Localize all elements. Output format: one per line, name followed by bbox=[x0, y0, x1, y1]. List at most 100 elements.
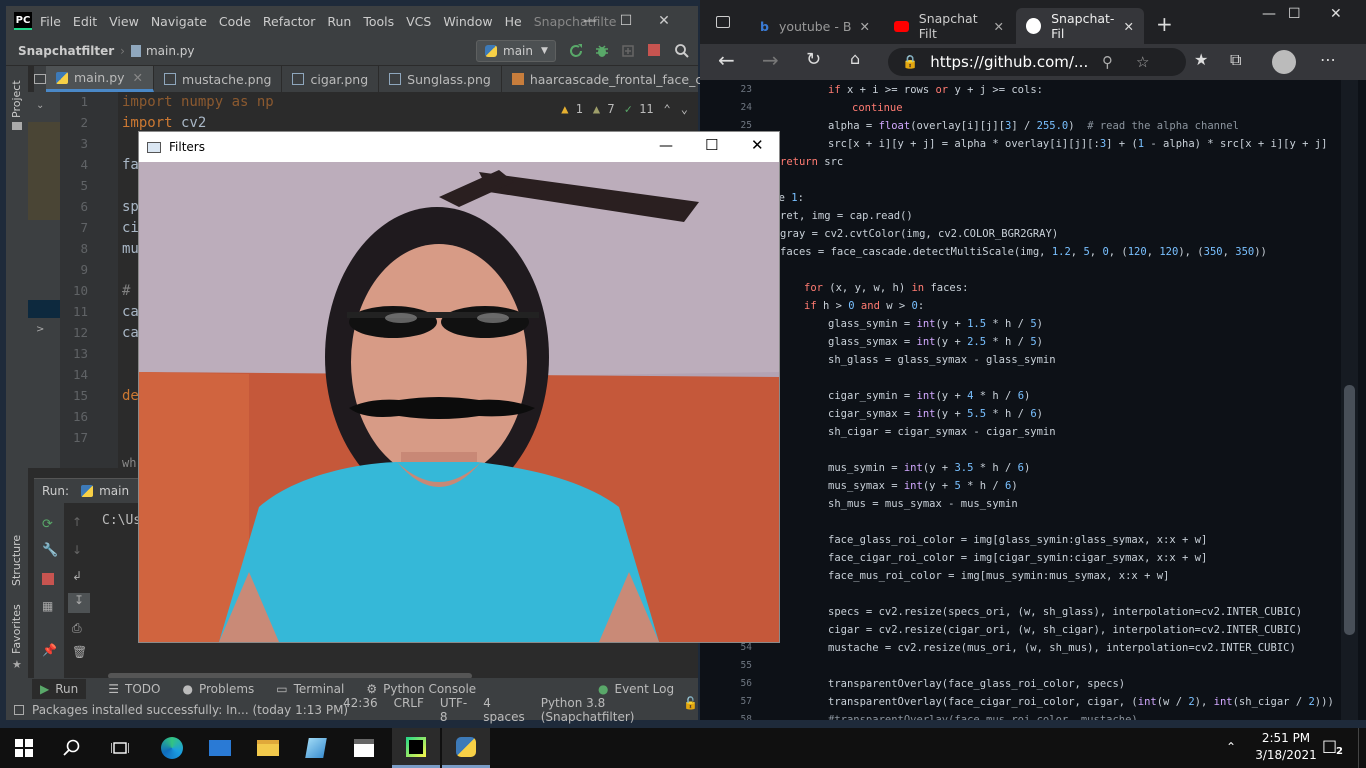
status-message[interactable]: Packages installed successfully: In... (… bbox=[32, 703, 348, 717]
close-tab-icon[interactable]: ✕ bbox=[860, 19, 870, 34]
tab-main-py[interactable]: main.py ✕ bbox=[46, 66, 155, 92]
tab-run[interactable]: ▶ Run bbox=[32, 679, 87, 699]
store-taskbar-button[interactable] bbox=[340, 728, 388, 768]
task-view-button[interactable] bbox=[96, 728, 144, 768]
line-separator[interactable]: CRLF bbox=[394, 696, 424, 724]
close-button[interactable]: ✕ bbox=[1330, 6, 1342, 22]
tab-event-log[interactable]: ● Event Log bbox=[598, 682, 674, 696]
structure-tool-button[interactable]: Structure bbox=[10, 535, 23, 586]
tool-windows-icon[interactable] bbox=[14, 705, 24, 715]
chevron-down-icon[interactable]: ⌄ bbox=[36, 100, 44, 111]
github-code-view[interactable]: 23 if x + i >= rows or y + j >= cols: 24 co… bbox=[700, 80, 1366, 720]
menu-run[interactable]: Run bbox=[327, 14, 351, 29]
pycharm-logo[interactable]: PC bbox=[14, 12, 32, 30]
edge-taskbar-button[interactable] bbox=[148, 728, 196, 768]
tab-problems[interactable]: ● Problems bbox=[182, 682, 254, 696]
wrench-icon[interactable]: 🔧 bbox=[42, 543, 58, 558]
coverage-icon[interactable] bbox=[620, 43, 636, 59]
refresh-icon[interactable]: ↻ bbox=[806, 49, 821, 70]
menu-edit[interactable]: Edit bbox=[73, 14, 97, 29]
menu-view[interactable]: View bbox=[109, 14, 139, 29]
close-tab-icon[interactable]: ✕ bbox=[133, 70, 143, 85]
collections-icon[interactable]: ⧉ bbox=[1230, 50, 1241, 70]
file-encoding[interactable]: UTF-8 bbox=[440, 696, 467, 724]
scroll-to-end-icon[interactable]: ↧ bbox=[68, 593, 90, 613]
favorites-tool-button[interactable]: Favorites bbox=[10, 604, 23, 654]
layout-icon[interactable] bbox=[34, 66, 46, 92]
print-icon[interactable]: ⎙ bbox=[72, 621, 82, 636]
python-interpreter[interactable]: Python 3.8 (Snapchatfilter) bbox=[541, 696, 667, 724]
layout-icon[interactable]: ▦ bbox=[42, 599, 56, 613]
favorites-icon[interactable]: ★ bbox=[1194, 50, 1208, 69]
close-tab-icon[interactable]: ✕ bbox=[1124, 19, 1134, 34]
close-button[interactable]: ✕ bbox=[646, 6, 682, 36]
forward-arrow-icon[interactable]: → bbox=[762, 48, 779, 72]
address-bar[interactable]: 🔒 https://github.com/... ⚲ ☆ bbox=[888, 48, 1186, 76]
indent-setting[interactable]: 4 spaces bbox=[483, 696, 524, 724]
add-favorite-icon[interactable]: ☆ bbox=[1136, 53, 1149, 71]
home-icon[interactable]: ⌂ bbox=[850, 49, 860, 68]
menu-help[interactable]: He bbox=[505, 14, 522, 29]
chevron-up-icon[interactable]: ⌃ bbox=[664, 102, 671, 116]
breadcrumb-project[interactable]: Snapchatfilter bbox=[18, 44, 114, 58]
menu-window[interactable]: Window bbox=[443, 14, 492, 29]
close-tab-icon[interactable]: ✕ bbox=[994, 19, 1004, 34]
project-tool-button[interactable]: Project bbox=[10, 80, 23, 118]
stop-icon[interactable] bbox=[42, 573, 54, 585]
menu-tools[interactable]: Tools bbox=[363, 14, 394, 29]
zoom-icon[interactable]: ⚲ bbox=[1102, 53, 1113, 71]
chevron-down-icon[interactable]: ⌄ bbox=[681, 102, 688, 116]
minimize-button[interactable]: — bbox=[659, 138, 673, 154]
action-center-button[interactable]: □ 2 bbox=[1322, 736, 1346, 760]
lock-icon[interactable]: 🔒 bbox=[902, 55, 918, 70]
menu-refactor[interactable]: Refactor bbox=[263, 14, 315, 29]
minimize-button[interactable]: — bbox=[572, 6, 608, 36]
tab-sunglass-png[interactable]: Sunglass.png bbox=[379, 66, 502, 92]
menu-vcs[interactable]: VCS bbox=[406, 14, 431, 29]
new-tab-button[interactable]: + bbox=[1156, 12, 1173, 36]
debug-icon[interactable] bbox=[594, 43, 610, 59]
maximize-button[interactable]: ☐ bbox=[705, 136, 718, 154]
tab-actions-icon[interactable] bbox=[716, 16, 730, 28]
arrow-up-icon[interactable]: ↑ bbox=[72, 515, 82, 529]
chevron-right-icon[interactable]: > bbox=[36, 324, 44, 335]
soft-wrap-icon[interactable]: ↲ bbox=[72, 569, 82, 583]
scrollbar-thumb[interactable] bbox=[1344, 385, 1355, 635]
tab-cigar-png[interactable]: cigar.png bbox=[282, 66, 380, 92]
rerun-icon[interactable] bbox=[568, 43, 584, 59]
pin-icon[interactable]: 📌 bbox=[42, 643, 57, 657]
more-options-icon[interactable]: ⋯ bbox=[1320, 50, 1336, 69]
start-button[interactable] bbox=[0, 728, 48, 768]
caret-position[interactable]: 42:36 bbox=[343, 696, 378, 724]
python-taskbar-button[interactable] bbox=[442, 728, 490, 768]
menu-navigate[interactable]: Navigate bbox=[151, 14, 207, 29]
minimize-button[interactable]: — bbox=[1262, 6, 1276, 22]
stop-icon[interactable] bbox=[648, 44, 660, 56]
rerun-icon[interactable]: ⟳ bbox=[42, 517, 56, 532]
tab-terminal[interactable]: ▭ Terminal bbox=[276, 682, 344, 696]
show-desktop-button[interactable] bbox=[1358, 728, 1366, 768]
tab-haarcascade[interactable]: haarcascade_frontal_face_c bbox=[502, 66, 712, 92]
tab-todo[interactable]: ☰ TODO bbox=[108, 682, 160, 696]
arrow-down-icon[interactable]: ↓ bbox=[72, 543, 82, 557]
vertical-scrollbar[interactable] bbox=[1341, 80, 1358, 720]
pycharm-taskbar-button[interactable] bbox=[392, 728, 440, 768]
profile-avatar[interactable] bbox=[1272, 50, 1296, 74]
show-hidden-icons-chevron[interactable]: ⌃ bbox=[1226, 740, 1236, 754]
mail-taskbar-button[interactable] bbox=[196, 728, 244, 768]
tab-mustache-png[interactable]: mustache.png bbox=[154, 66, 283, 92]
search-button[interactable] bbox=[48, 728, 96, 768]
back-arrow-icon[interactable]: ← bbox=[718, 48, 735, 72]
browser-tab-snapchat-youtube[interactable]: Snapchat Filt ✕ bbox=[884, 8, 1014, 44]
close-button[interactable]: ✕ bbox=[751, 136, 764, 154]
console-output[interactable]: C:\Us bbox=[102, 513, 141, 528]
tab-python-console[interactable]: ⚙ Python Console bbox=[366, 682, 476, 696]
browser-tab-github[interactable]: Snapchat-Fil ✕ bbox=[1016, 8, 1144, 44]
project-selected-row[interactable] bbox=[28, 300, 60, 318]
trash-icon[interactable]: 🗑 bbox=[72, 645, 87, 659]
breadcrumb-file[interactable]: main.py bbox=[146, 44, 195, 58]
clock[interactable]: 2:51 PM 3/18/2021 bbox=[1254, 730, 1318, 764]
search-icon[interactable] bbox=[674, 43, 690, 59]
browser-tab-youtube[interactable]: b youtube - B ✕ bbox=[750, 8, 880, 44]
menu-code[interactable]: Code bbox=[219, 14, 251, 29]
